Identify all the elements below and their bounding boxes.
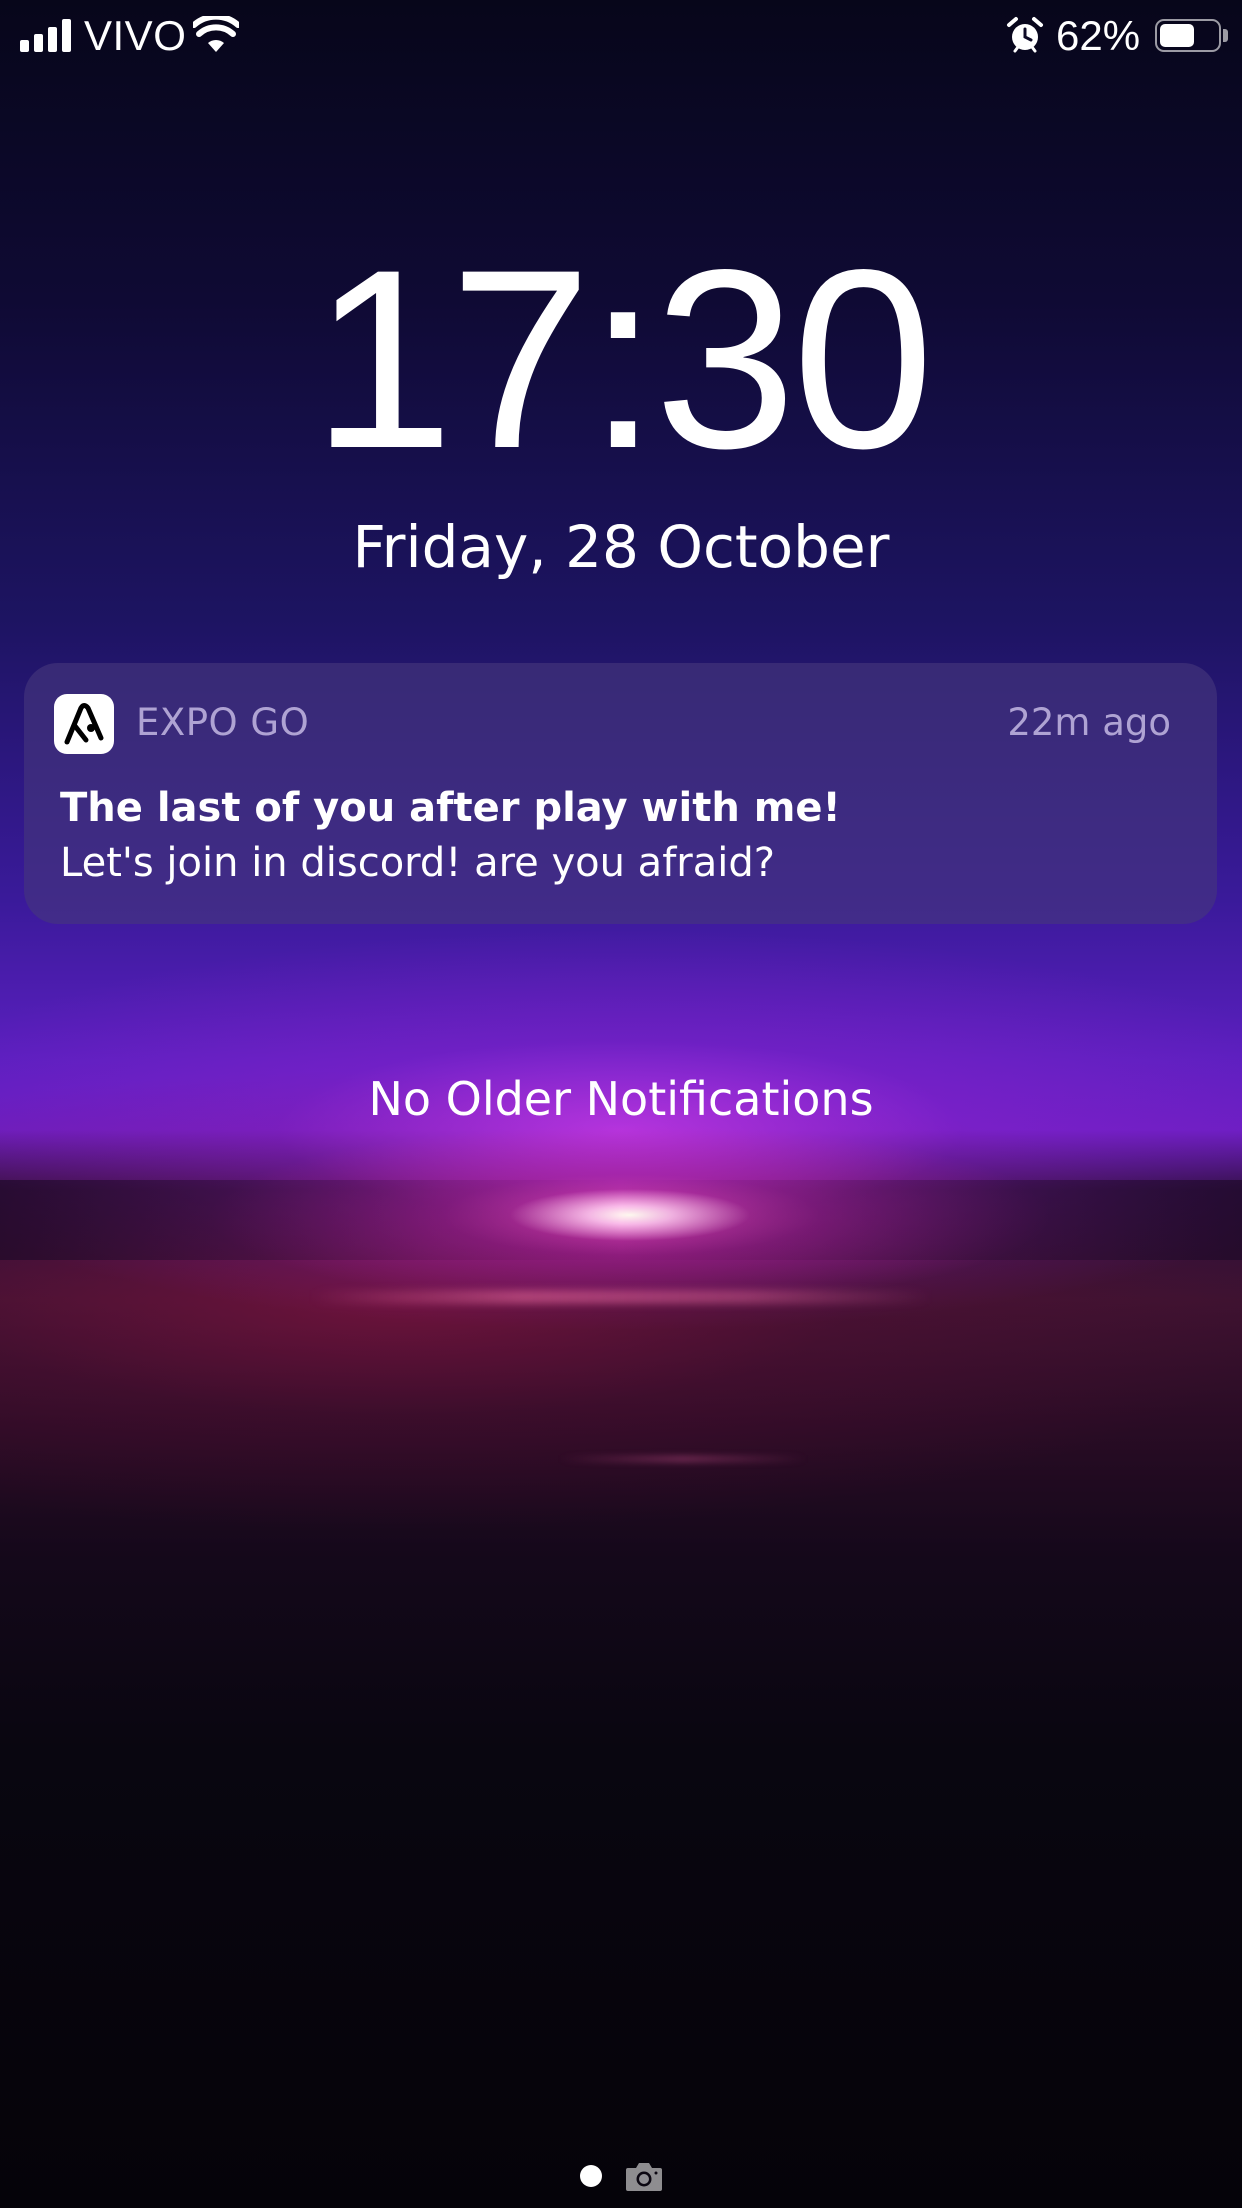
camera-icon[interactable] xyxy=(625,2160,663,2192)
wallpaper-cloud-band xyxy=(0,1180,1242,1260)
battery-icon xyxy=(1155,19,1221,52)
lock-screen-date: Friday, 28 October xyxy=(352,513,890,581)
expo-go-app-icon xyxy=(54,694,114,754)
carrier-name: VIVO xyxy=(84,12,187,59)
wallpaper-cloud-streak xyxy=(0,1290,1242,1304)
page-indicator-dot xyxy=(580,2165,602,2187)
alarm-icon xyxy=(1007,17,1043,53)
notification-card[interactable]: EXPO GO 22m ago The last of you after pl… xyxy=(24,663,1217,924)
battery-percentage: 62% xyxy=(1056,12,1141,59)
status-bar: VIVO 62% xyxy=(0,0,1242,70)
notification-app-name: EXPO GO xyxy=(136,701,310,744)
wallpaper-cloud-streak-low xyxy=(0,1455,1242,1463)
wifi-icon xyxy=(193,16,239,52)
signal-icon xyxy=(20,18,74,52)
lock-screen-clock: 17:30 xyxy=(311,217,934,502)
battery-tip xyxy=(1223,29,1228,42)
notification-title: The last of you after play with me! xyxy=(60,785,841,831)
battery-level-fill xyxy=(1160,24,1194,47)
no-older-notifications-label: No Older Notifications xyxy=(368,1072,874,1126)
notification-body: Let's join in discord! are you afraid? xyxy=(60,840,775,886)
notification-time-ago: 22m ago xyxy=(1007,701,1171,744)
